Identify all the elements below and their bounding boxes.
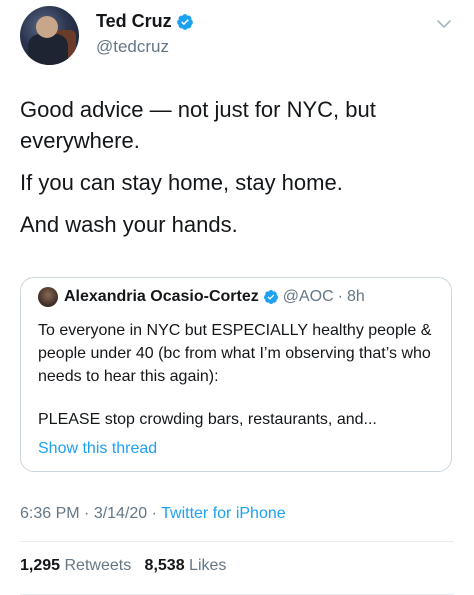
handle[interactable]: @tedcruz <box>96 37 169 57</box>
tweet-stats: 1,295 Retweets 8,538 Likes <box>20 557 226 575</box>
verified-badge-icon <box>176 13 193 30</box>
name-row[interactable]: Ted Cruz <box>96 11 194 32</box>
divider <box>20 541 454 542</box>
quoted-handle: @AOC <box>282 288 334 305</box>
avatar-body <box>28 34 68 65</box>
quoted-tweet-header: Alexandria Ocasio-Cortez @AOC · 8h <box>38 287 365 307</box>
retweets-stat[interactable]: 1,295 Retweets <box>20 557 131 574</box>
quoted-time: 8h <box>346 288 365 305</box>
tweet-header: Ted Cruz @tedcruz <box>20 6 454 68</box>
tweet-paragraph: And wash your hands. <box>20 212 238 237</box>
quoted-separator: · <box>337 288 343 305</box>
retweets-label: Retweets <box>64 557 132 574</box>
meta-separator: · <box>147 505 162 522</box>
likes-stat[interactable]: 8,538 Likes <box>145 557 227 574</box>
tweet-text: Good advice — not just for NYC, but ever… <box>20 94 460 251</box>
quoted-avatar <box>38 287 58 307</box>
quoted-paragraph: To everyone in NYC but ESPECIALLY health… <box>38 322 432 385</box>
quoted-tweet-text: To everyone in NYC but ESPECIALLY health… <box>38 319 438 451</box>
tweet-source-link[interactable]: Twitter for iPhone <box>161 505 286 522</box>
tweet-paragraph: If you can stay home, stay home. <box>20 170 343 195</box>
display-name[interactable]: Ted Cruz <box>96 11 172 32</box>
quoted-tweet[interactable]: Alexandria Ocasio-Cortez @AOC · 8h To ev… <box>20 277 452 472</box>
show-thread-link[interactable]: Show this thread <box>38 440 157 458</box>
likes-count: 8,538 <box>144 557 185 574</box>
avatar-head <box>36 16 58 38</box>
likes-label: Likes <box>189 557 227 574</box>
verified-badge-icon <box>263 290 278 304</box>
tweet-paragraph: Good advice — not just for NYC, but ever… <box>20 97 376 153</box>
tweet-card: Ted Cruz @tedcruz Good advice — not just… <box>0 0 474 595</box>
quoted-display-name: Alexandria Ocasio-Cortez <box>64 288 259 305</box>
tweet-date[interactable]: 3/14/20 <box>94 505 147 522</box>
quoted-paragraph: PLEASE stop crowding bars, restaurants, … <box>38 411 377 428</box>
meta-separator: · <box>79 505 94 522</box>
tweet-meta: 6:36 PM · 3/14/20 · Twitter for iPhone <box>20 505 286 523</box>
tweet-time[interactable]: 6:36 PM <box>20 505 80 522</box>
chevron-down-icon[interactable] <box>436 16 452 32</box>
avatar[interactable] <box>20 6 79 65</box>
retweets-count: 1,295 <box>20 557 61 574</box>
